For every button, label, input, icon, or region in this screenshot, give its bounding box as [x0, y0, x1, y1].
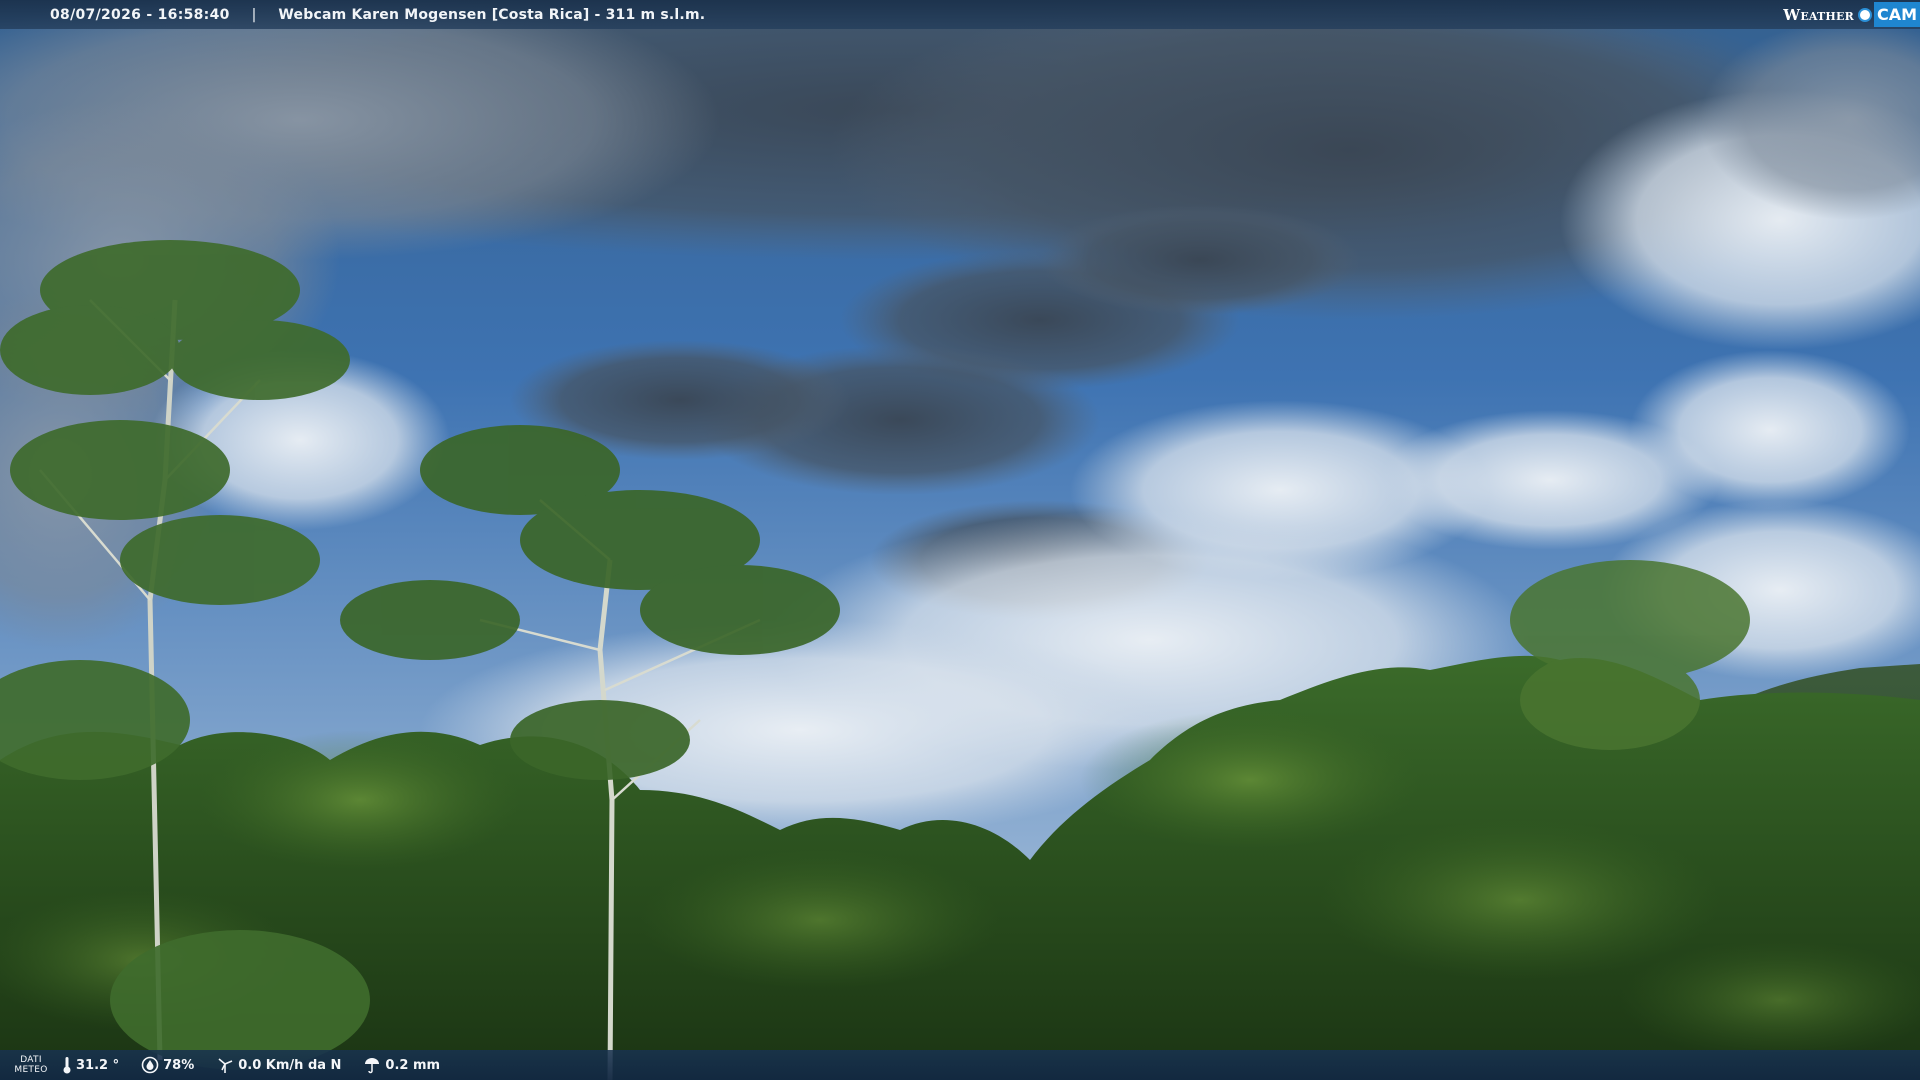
thermometer-icon: [63, 1057, 71, 1074]
wind-reading: 0.0 Km/h da N: [216, 1056, 341, 1074]
header-bar: 08/07/2026 - 16:58:40 | Webcam Karen Mog…: [0, 0, 1920, 29]
humidity-icon: [141, 1056, 159, 1074]
webcam-frame: 08/07/2026 - 16:58:40 | Webcam Karen Mog…: [0, 0, 1920, 1080]
rain-reading: 0.2 mm: [363, 1056, 440, 1074]
humidity-value: 78%: [163, 1057, 195, 1073]
logo-text-weather: Weather: [1783, 5, 1854, 24]
weathercam-logo: Weather CAM: [1783, 0, 1920, 29]
weather-label-line1: DATI: [20, 1055, 42, 1065]
timestamp: 08/07/2026 - 16:58:40: [50, 6, 230, 23]
wind-value: 0.0 Km/h da N: [238, 1057, 342, 1073]
webcam-title: Webcam Karen Mogensen [Costa Rica] - 311…: [278, 6, 706, 23]
weather-label-line2: METEO: [14, 1065, 48, 1075]
logo-text-cam: CAM: [1873, 2, 1920, 27]
webcam-image: [0, 0, 1920, 1080]
header-separator: |: [251, 6, 257, 23]
temperature-reading: 31.2 °: [62, 1056, 119, 1074]
temperature-value: 31.2 °: [76, 1057, 120, 1073]
rain-value: 0.2 mm: [385, 1057, 441, 1073]
weather-data-bar: DATI METEO 31.2 ° 78% 0.0 Km/h da N 0.2 …: [0, 1050, 1920, 1080]
logo-dot-icon: [1857, 7, 1872, 22]
rain-icon: [365, 1058, 380, 1074]
wind-icon: [218, 1058, 233, 1073]
weather-data-label: DATI METEO: [0, 1055, 62, 1075]
humidity-reading: 78%: [141, 1056, 194, 1074]
